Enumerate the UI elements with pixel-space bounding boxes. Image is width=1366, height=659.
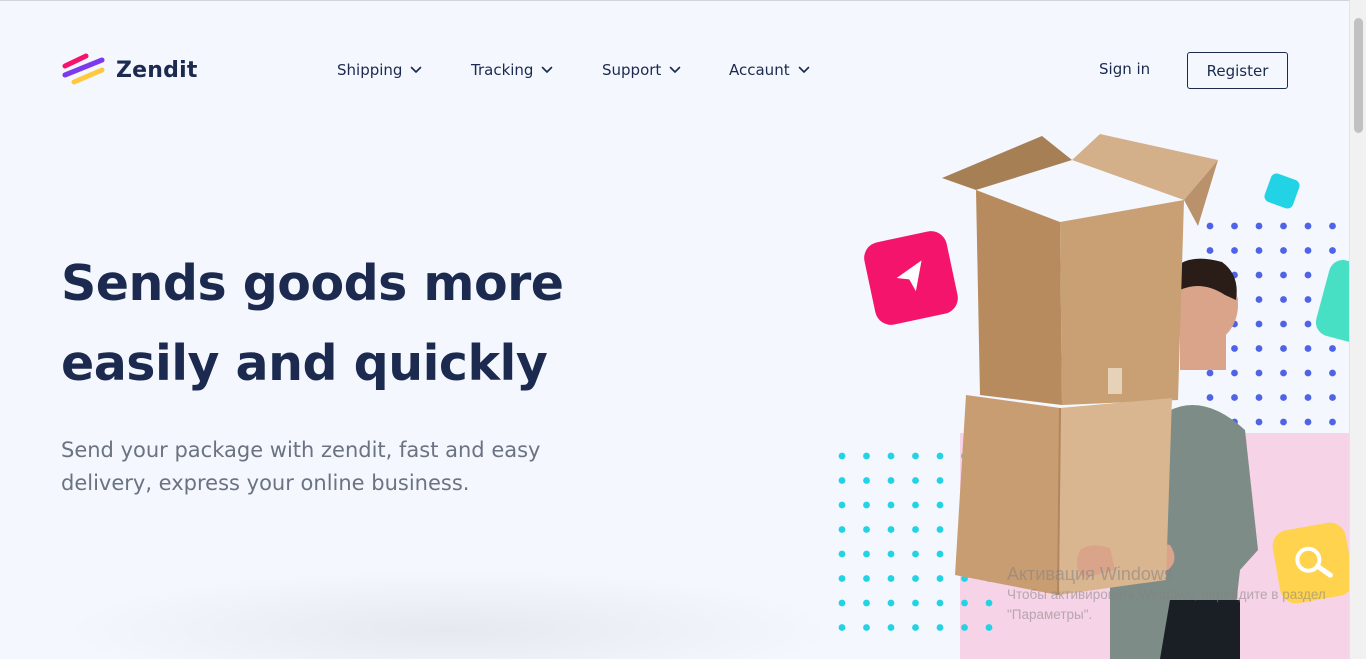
decorative-dot [1329,222,1336,230]
decorative-dot [1280,320,1287,328]
decorative-dot [1304,320,1312,328]
decorative-dot [838,599,846,607]
page-scrollbar[interactable] [1349,0,1366,659]
decorative-dot [1329,247,1336,254]
decorative-dot [1329,394,1336,401]
decorative-dot [1329,345,1336,352]
brand-name: Zendit [116,57,198,83]
decorative-dot [1280,247,1287,254]
teal-square-shape [1262,171,1302,211]
decorative-shadow [60,570,840,659]
nav-item-label: Shipping [337,61,403,79]
nav-item-label: Accaunt [729,61,790,79]
decorative-dot [1280,394,1287,401]
decorative-dot [1280,345,1287,352]
decorative-dot [838,452,846,460]
decorative-dot [1304,222,1312,230]
decorative-dot [1280,369,1287,377]
decorative-dot [1280,222,1287,230]
decorative-dot [1304,418,1312,426]
decorative-dot [863,452,870,460]
decorative-dot [1329,418,1336,426]
decorative-dot [887,624,895,631]
nav-item-shipping[interactable]: Shipping [337,58,471,82]
decorative-dot [863,550,870,558]
register-button[interactable]: Register [1187,52,1288,89]
window-top-border [0,0,1366,1]
chevron-down-icon [542,66,553,73]
decorative-dot [1304,296,1312,303]
decorative-dot [863,599,870,607]
decorative-dot [1329,369,1336,377]
decorative-dot [838,501,846,509]
decorative-dot [912,526,919,533]
decorative-dot [912,575,919,582]
decorative-dot [912,477,919,484]
watermark-text: Чтобы активировать Windows, перейдите в … [1007,587,1326,622]
scrollbar-thumb[interactable] [1354,18,1363,133]
decorative-dot [838,624,846,631]
decorative-dot [838,550,846,558]
brand-logo[interactable]: Zendit [62,52,198,88]
main-nav: Shipping Tracking Support Accaunt [337,58,839,82]
decorative-dot [912,452,919,460]
nav-item-label: Tracking [471,61,534,79]
decorative-dot [1304,247,1312,254]
decorative-dot [887,526,895,533]
decorative-dot [838,575,846,582]
hero-title: Sends goods more easily and quickly [61,255,564,392]
chevron-down-icon [798,66,809,73]
decorative-dot [887,452,895,460]
decorative-dot [887,599,895,607]
decorative-dot [1304,345,1312,352]
decorative-dot [863,501,870,509]
decorative-dot [1280,418,1287,426]
windows-activation-watermark: Активация Windows Чтобы активировать Win… [1007,563,1337,625]
hero-subtitle: Send your package with zendit, fast and … [61,438,541,495]
decorative-dot [887,501,895,509]
zendit-logo-icon [62,53,105,85]
decorative-dot [863,526,870,533]
send-badge [861,228,961,328]
decorative-dot [1280,271,1287,279]
decorative-dot [887,550,895,558]
decorative-dot [887,477,895,484]
decorative-dot [863,575,870,582]
nav-item-account[interactable]: Accaunt [729,58,839,82]
paper-plane-icon [896,260,922,292]
decorative-dot [863,477,870,484]
decorative-dot [1304,271,1312,279]
decorative-dot [912,624,919,631]
chevron-down-icon [411,66,422,73]
sign-in-link[interactable]: Sign in [1099,60,1150,78]
chevron-down-icon [669,66,681,73]
decorative-dot [1280,296,1287,303]
decorative-dot [912,599,919,607]
decorative-dot [1304,369,1312,377]
decorative-dot [887,575,895,582]
decorative-dot [838,526,846,533]
nav-item-tracking[interactable]: Tracking [471,58,602,82]
nav-item-support[interactable]: Support [602,58,729,82]
decorative-dot [838,477,846,484]
watermark-title: Активация Windows [1007,564,1173,584]
nav-item-label: Support [602,61,662,79]
decorative-dot [912,550,919,558]
decorative-dot [1304,394,1312,401]
decorative-dot [912,501,919,509]
decorative-dot [863,624,870,631]
